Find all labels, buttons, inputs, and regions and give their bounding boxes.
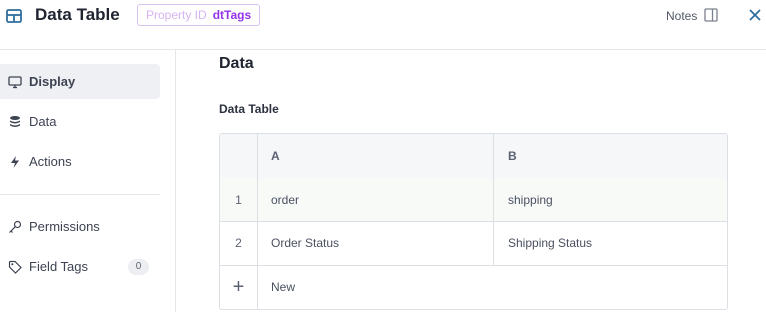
sidebar-divider — [0, 194, 160, 195]
field-tags-count-badge: 0 — [128, 258, 149, 275]
table-row: 2 Order Status Shipping Status — [220, 221, 727, 266]
sidebar-item-label: Field Tags — [29, 259, 89, 274]
sidebar-item-permissions[interactable]: Permissions — [0, 209, 160, 244]
column-header-a[interactable]: A — [271, 134, 280, 178]
table-cell[interactable]: shipping — [508, 178, 553, 221]
sidebar-item-data[interactable]: Data — [0, 104, 160, 139]
lightning-icon — [11, 155, 19, 168]
sidebar-item-label: Actions — [29, 154, 72, 169]
table-cell[interactable]: Shipping Status — [508, 221, 592, 265]
column-divider — [493, 134, 494, 265]
monitor-icon — [8, 75, 22, 88]
header-bar: Data Table Property ID dtTags Notes — [0, 0, 766, 50]
table-cell[interactable]: Order Status — [271, 221, 339, 265]
row-number: 2 — [235, 236, 242, 250]
property-id-label: Property ID — [146, 8, 207, 22]
page-title: Data Table — [35, 5, 120, 24]
close-icon[interactable] — [748, 8, 762, 22]
table-row: 1 order shipping — [220, 178, 727, 222]
column-divider — [257, 134, 258, 309]
sidebar-item-label: Display — [29, 74, 76, 89]
database-icon — [10, 115, 20, 127]
table-icon — [6, 9, 22, 23]
row-number: 1 — [235, 192, 242, 207]
tag-icon — [8, 260, 22, 274]
key-icon — [9, 220, 22, 233]
sidebar-item-field-tags[interactable]: Field Tags 0 — [0, 249, 160, 284]
section-title: Data — [219, 55, 254, 72]
data-table-grid: A B 1 order shipping 2 Order Status Ship… — [219, 133, 728, 310]
column-header-b[interactable]: B — [508, 134, 517, 178]
sidebar-item-display[interactable]: Display — [0, 64, 160, 99]
notes-button-label[interactable]: Notes — [666, 9, 697, 23]
new-row-label[interactable]: New — [271, 265, 295, 309]
table-header-row: A B — [220, 134, 727, 179]
property-id-badge[interactable]: Property ID dtTags — [137, 4, 261, 26]
sidebar-item-label: Permissions — [29, 219, 100, 234]
table-cell[interactable]: order — [271, 178, 299, 221]
sidebar-item-label: Data — [29, 114, 57, 129]
sidebar: Display Data Actions Permissions Field T… — [0, 50, 176, 312]
property-id-value: dtTags — [212, 8, 252, 22]
new-row[interactable]: + New — [220, 265, 727, 309]
plus-icon[interactable]: + — [220, 265, 257, 309]
data-table-label: Data Table — [219, 102, 279, 116]
panel-icon[interactable] — [704, 8, 718, 22]
sidebar-item-actions[interactable]: Actions — [0, 144, 160, 179]
